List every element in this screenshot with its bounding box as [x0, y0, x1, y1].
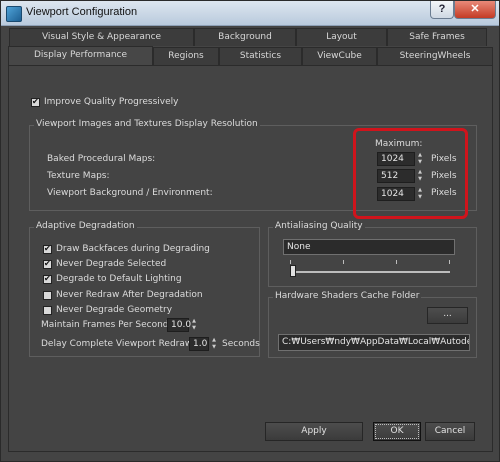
slider-tick — [343, 260, 344, 264]
improve-quality-checkbox[interactable] — [31, 97, 40, 107]
default-lighting-checkbox[interactable] — [43, 274, 52, 284]
never-redraw-label: Never Redraw After Degradation — [56, 290, 203, 300]
draw-backfaces-checkbox[interactable] — [43, 244, 52, 254]
tab-statistics[interactable]: Statistics — [219, 47, 302, 65]
tab-background[interactable]: Background — [194, 28, 296, 46]
draw-backfaces-label: Draw Backfaces during Degrading — [56, 244, 210, 254]
never-degrade-selected-checkbox[interactable] — [43, 259, 52, 269]
tab-safe-frames[interactable]: Safe Frames — [387, 28, 487, 46]
app-icon — [6, 6, 22, 22]
slider-tick — [290, 260, 291, 264]
tab-display-performance[interactable]: Display Performance — [8, 46, 153, 66]
red-highlight-annotation — [353, 128, 468, 219]
cancel-button[interactable]: Cancel — [425, 422, 475, 441]
never-degrade-selected-label: Never Degrade Selected — [56, 259, 167, 269]
maintain-fps-spinner[interactable]: ▲ ▼ — [190, 318, 198, 332]
delay-redraw-unit: Seconds — [222, 339, 260, 349]
improve-quality-label: Improve Quality Progressively — [44, 97, 179, 107]
texture-maps-label: Texture Maps: — [47, 171, 110, 181]
delay-redraw-spinner[interactable]: ▲ ▼ — [210, 337, 218, 351]
viewport-background-label: Viewport Background / Environment: — [47, 188, 213, 198]
slider-tick — [396, 260, 397, 264]
tab-visual-style[interactable]: Visual Style & Appearance — [9, 28, 194, 46]
antialiasing-slider-track[interactable] — [290, 271, 450, 273]
delay-redraw-input[interactable]: 1.0 — [189, 337, 209, 351]
ok-button[interactable]: OK — [373, 422, 421, 441]
shader-cache-title: Hardware Shaders Cache Folder — [273, 291, 422, 301]
shader-cache-path-field[interactable]: C:₩Users₩ndy₩AppData₩Local₩Autodesk — [278, 334, 470, 351]
maintain-fps-input[interactable]: 10.0 — [167, 318, 191, 332]
never-degrade-geometry-label: Never Degrade Geometry — [56, 305, 173, 315]
delay-redraw-label: Delay Complete Viewport Redraw in — [41, 339, 204, 349]
never-redraw-checkbox[interactable] — [43, 291, 52, 300]
maintain-fps-label: Maintain Frames Per Second: — [41, 320, 172, 330]
help-button[interactable]: ? — [430, 1, 454, 19]
viewport-configuration-dialog: Viewport Configuration ? ✕ Visual Style … — [0, 0, 500, 462]
resolution-group-title: Viewport Images and Textures Display Res… — [34, 119, 260, 129]
browse-button[interactable]: ... — [427, 307, 468, 324]
antialiasing-quality-field[interactable]: None — [283, 239, 455, 255]
never-degrade-geometry-checkbox[interactable] — [43, 306, 52, 315]
default-lighting-label: Degrade to Default Lighting — [56, 274, 182, 284]
adaptive-degradation-title: Adaptive Degradation — [34, 221, 137, 231]
antialiasing-slider-ticks — [290, 260, 450, 266]
close-button[interactable]: ✕ — [454, 1, 496, 19]
tab-steeringwheels[interactable]: SteeringWheels — [377, 47, 493, 65]
tab-regions[interactable]: Regions — [153, 47, 219, 65]
tab-layout[interactable]: Layout — [296, 28, 387, 46]
window-title: Viewport Configuration — [26, 6, 138, 18]
baked-maps-label: Baked Procedural Maps: — [47, 154, 156, 164]
title-bar: Viewport Configuration ? ✕ — [1, 1, 499, 26]
antialiasing-slider-thumb[interactable] — [290, 265, 296, 277]
antialiasing-group: Antialiasing Quality — [268, 221, 477, 287]
apply-button[interactable]: Apply — [265, 422, 363, 441]
slider-tick — [449, 260, 450, 264]
antialiasing-title: Antialiasing Quality — [273, 221, 365, 231]
tab-viewcube[interactable]: ViewCube — [302, 47, 377, 65]
